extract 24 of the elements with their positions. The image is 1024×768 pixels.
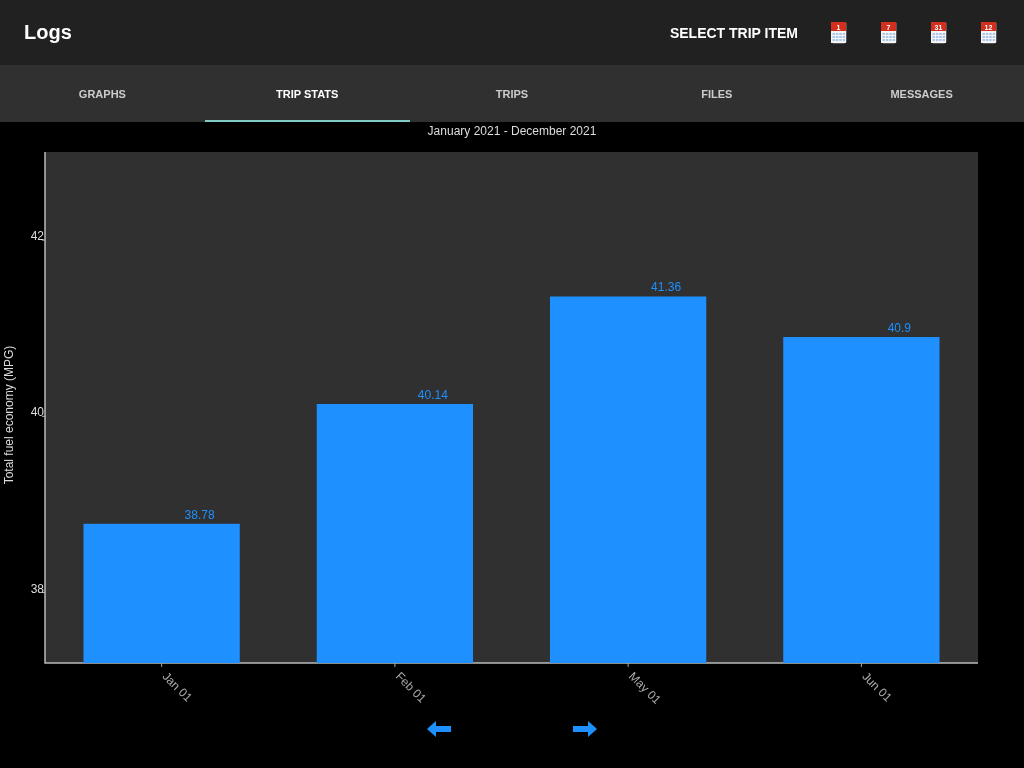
tab[interactable]: MESSAGES (819, 65, 1024, 122)
value-label: 40.9 (887, 321, 912, 335)
tab[interactable]: TRIPS (409, 65, 615, 122)
tab[interactable]: GRAPHS (0, 65, 205, 122)
value-label: 38.78 (184, 507, 215, 522)
tab[interactable]: TRIP STATS (204, 65, 410, 122)
tab[interactable]: FILES (614, 65, 820, 122)
left-arrow-icon (425, 718, 453, 740)
x-axis-label: Jun 01 (859, 669, 895, 705)
screen-title: Logs (24, 21, 72, 44)
y-axis-label: 42 (30, 229, 44, 244)
y-axis-title: Total fuel economy (MPG) (2, 345, 16, 485)
next-button[interactable] (571, 718, 599, 740)
y-axis-label: 38 (30, 581, 44, 596)
value-label: 40.14 (417, 388, 448, 402)
value-label: 41.36 (651, 280, 682, 295)
x-axis-label: May 01 (626, 669, 664, 707)
x-axis-label: Jan 01 (159, 669, 195, 705)
select-trip-item-button[interactable]: SELECT TRIP ITEM (661, 16, 812, 49)
date-range: January 2021 - December 2021 (426, 123, 598, 140)
x-axis-label: Feb 01 (392, 669, 430, 706)
y-axis-label: 40 (30, 405, 44, 420)
previous-button[interactable] (425, 718, 453, 740)
right-arrow-icon (571, 718, 599, 740)
